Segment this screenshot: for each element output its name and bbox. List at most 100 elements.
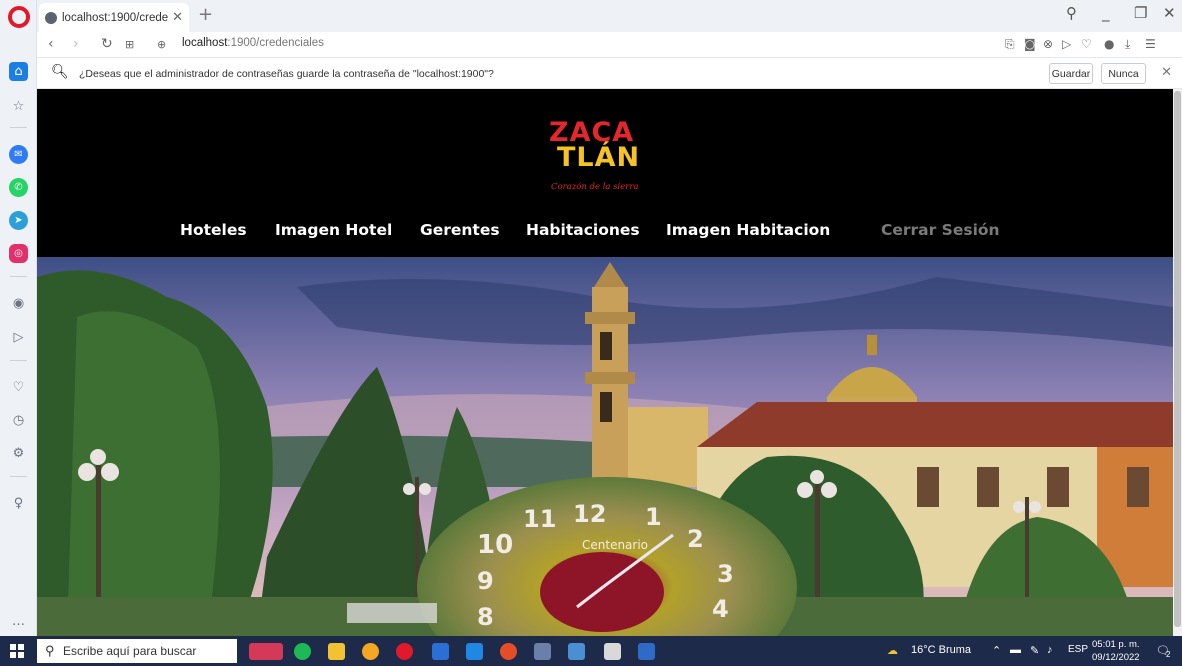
browser-sidebar: ⌂ ☆ ✉ ✆ ➤ ◎ ◉ ▷ ♡ ◷ ⚙ ♀ …	[0, 0, 37, 636]
back-icon[interactable]: ‹	[48, 36, 54, 52]
close-tab-icon[interactable]: ✕	[172, 10, 183, 25]
sidebar-divider	[10, 127, 27, 128]
app-icon[interactable]	[568, 643, 585, 660]
hero-image: Centenario 10 11 12 1 2 3 4 8 9	[37, 257, 1173, 636]
more-icon[interactable]: …	[9, 612, 28, 631]
network-icon[interactable]: ▬	[1010, 644, 1021, 656]
taskbar-clock[interactable]: 05:01 p. m. 09/12/2022	[1092, 638, 1140, 664]
search-tabs-icon[interactable]: ⚲	[1066, 4, 1077, 22]
restore-icon[interactable]: ❐	[1134, 4, 1147, 22]
browser-tab[interactable]: localhost:1900/credenciale: ✕	[39, 3, 189, 32]
clock-number-10: 10	[477, 530, 513, 560]
app-icon[interactable]	[604, 643, 621, 660]
sidebar-divider	[10, 360, 27, 361]
address-bar-row: ‹ › ↻ ⊞ ⊕ localhost:1900/credenciales ⎘ …	[37, 32, 1182, 58]
weather-icon: ☁	[887, 645, 898, 657]
windows-start-icon[interactable]	[10, 644, 24, 658]
clock-number-2: 2	[687, 525, 704, 553]
save-password-button[interactable]: Guardar	[1049, 63, 1093, 84]
easy-setup-icon[interactable]: ☰	[1145, 37, 1156, 51]
clock-number-11: 11	[523, 505, 556, 533]
opera-icon[interactable]	[396, 643, 413, 660]
weather-text[interactable]: 16°C Bruma	[911, 644, 971, 656]
whatsapp-icon[interactable]: ✆	[9, 178, 28, 197]
instagram-icon[interactable]: ◎	[9, 244, 28, 263]
nav-hoteles[interactable]: Hoteles	[180, 221, 247, 239]
volume-icon[interactable]: ♪	[1047, 644, 1053, 656]
spotify-icon[interactable]	[294, 643, 311, 660]
clock-number-4: 4	[712, 595, 729, 623]
clock-number-8: 8	[477, 603, 494, 631]
nav-imagen-habitacion[interactable]: Imagen Habitacion	[666, 221, 830, 239]
clock-time: 05:01 p. m.	[1092, 639, 1140, 650]
minimize-icon[interactable]: _	[1102, 4, 1110, 22]
globe-icon	[45, 11, 57, 24]
tab-strip: localhost:1900/credenciale: ✕ + ⚲ _ ❐ ✕	[37, 0, 1182, 32]
speed-dial-icon[interactable]: ⊞	[125, 38, 134, 51]
new-tab-icon[interactable]: +	[198, 4, 213, 25]
nav-cerrar-sesion[interactable]: Cerrar Sesión	[881, 221, 1000, 239]
scrollbar-thumb[interactable]	[1174, 91, 1181, 627]
player-icon[interactable]: ◉	[9, 294, 28, 313]
nav-gerentes[interactable]: Gerentes	[420, 221, 500, 239]
forward-icon[interactable]: ›	[73, 36, 79, 52]
bookmarks-icon[interactable]: ☆	[9, 97, 28, 116]
pen-icon[interactable]: ✎	[1030, 644, 1039, 657]
taskbar-search-field[interactable]: ⚲ Escribe aquí para buscar	[37, 639, 237, 663]
url-path: :1900/credenciales	[227, 37, 324, 49]
site-info-icon[interactable]: ⊕	[157, 38, 166, 51]
heart-icon[interactable]: ♡	[9, 378, 28, 397]
password-save-bar: 🔍︎ ¿Deseas que el administrador de contr…	[37, 58, 1182, 89]
web-page: ZACA TLÁN Corazón de la sierra Hoteles I…	[37, 89, 1173, 636]
settings-icon[interactable]: ⚙	[9, 444, 28, 463]
home-icon[interactable]: ⌂	[9, 62, 28, 81]
tray-chevron-icon[interactable]: ⌃	[992, 644, 1001, 657]
app-icon[interactable]	[534, 643, 551, 660]
language-indicator[interactable]: ESP	[1068, 644, 1088, 655]
search-icon: ⚲	[45, 643, 55, 658]
history-icon[interactable]: ◷	[9, 411, 28, 430]
url-field[interactable]: localhost:1900/credenciales	[182, 37, 324, 49]
word-icon[interactable]	[432, 643, 449, 660]
block-icon[interactable]: ⊗	[1043, 37, 1053, 51]
clock-number-3: 3	[717, 560, 734, 588]
powershell-icon[interactable]	[638, 643, 655, 660]
profile-icon[interactable]: ●	[1104, 37, 1114, 51]
notification-count: 2	[1166, 650, 1171, 659]
messenger-icon[interactable]: ✉	[9, 145, 28, 164]
site-header: ZACA TLÁN Corazón de la sierra Hoteles I…	[37, 89, 1173, 257]
url-host: localhost	[182, 37, 228, 49]
browser-app-icon[interactable]	[500, 643, 517, 660]
never-save-button[interactable]: Nunca	[1101, 63, 1146, 84]
logo-line-2: TLÁN	[557, 142, 641, 173]
chrome-icon[interactable]	[362, 643, 379, 660]
reload-icon[interactable]: ↻	[101, 36, 113, 52]
flow-icon[interactable]: ▷	[9, 328, 28, 347]
key-icon: 🔍︎	[51, 64, 69, 80]
play-icon[interactable]: ▷	[1062, 37, 1071, 51]
screen: ⌂ ☆ ✉ ✆ ➤ ◎ ◉ ▷ ♡ ◷ ⚙ ♀ … localhost:1900…	[0, 0, 1182, 666]
heart-outline-icon[interactable]: ♡	[1081, 37, 1092, 51]
clock-number-1: 1	[645, 503, 662, 531]
clock-number-12: 12	[573, 500, 606, 528]
sidebar-divider	[10, 276, 27, 277]
page-scrollbar[interactable]	[1173, 89, 1182, 636]
snapshot-icon[interactable]: ⎘	[1005, 37, 1015, 52]
camera-icon[interactable]: ◙	[1024, 37, 1036, 51]
close-prompt-icon[interactable]: ✕	[1161, 65, 1172, 80]
zacatlan-logo[interactable]: ZACA TLÁN Corazón de la sierra	[547, 119, 647, 199]
password-prompt-message: ¿Deseas que el administrador de contrase…	[79, 68, 494, 80]
clock-number-9: 9	[477, 567, 494, 595]
close-window-icon[interactable]: ✕	[1163, 4, 1176, 22]
file-explorer-icon[interactable]	[328, 643, 345, 660]
clock-date: 09/12/2022	[1092, 652, 1140, 663]
vscode-icon[interactable]	[466, 643, 483, 660]
fence	[347, 603, 437, 623]
news-widget-icon[interactable]	[249, 643, 283, 660]
opera-logo-icon[interactable]	[8, 6, 30, 28]
lightbulb-icon[interactable]: ♀	[9, 494, 28, 513]
telegram-icon[interactable]: ➤	[9, 211, 28, 230]
download-icon[interactable]: ⤓	[1125, 37, 1130, 52]
nav-imagen-hotel[interactable]: Imagen Hotel	[275, 221, 392, 239]
nav-habitaciones[interactable]: Habitaciones	[526, 221, 640, 239]
